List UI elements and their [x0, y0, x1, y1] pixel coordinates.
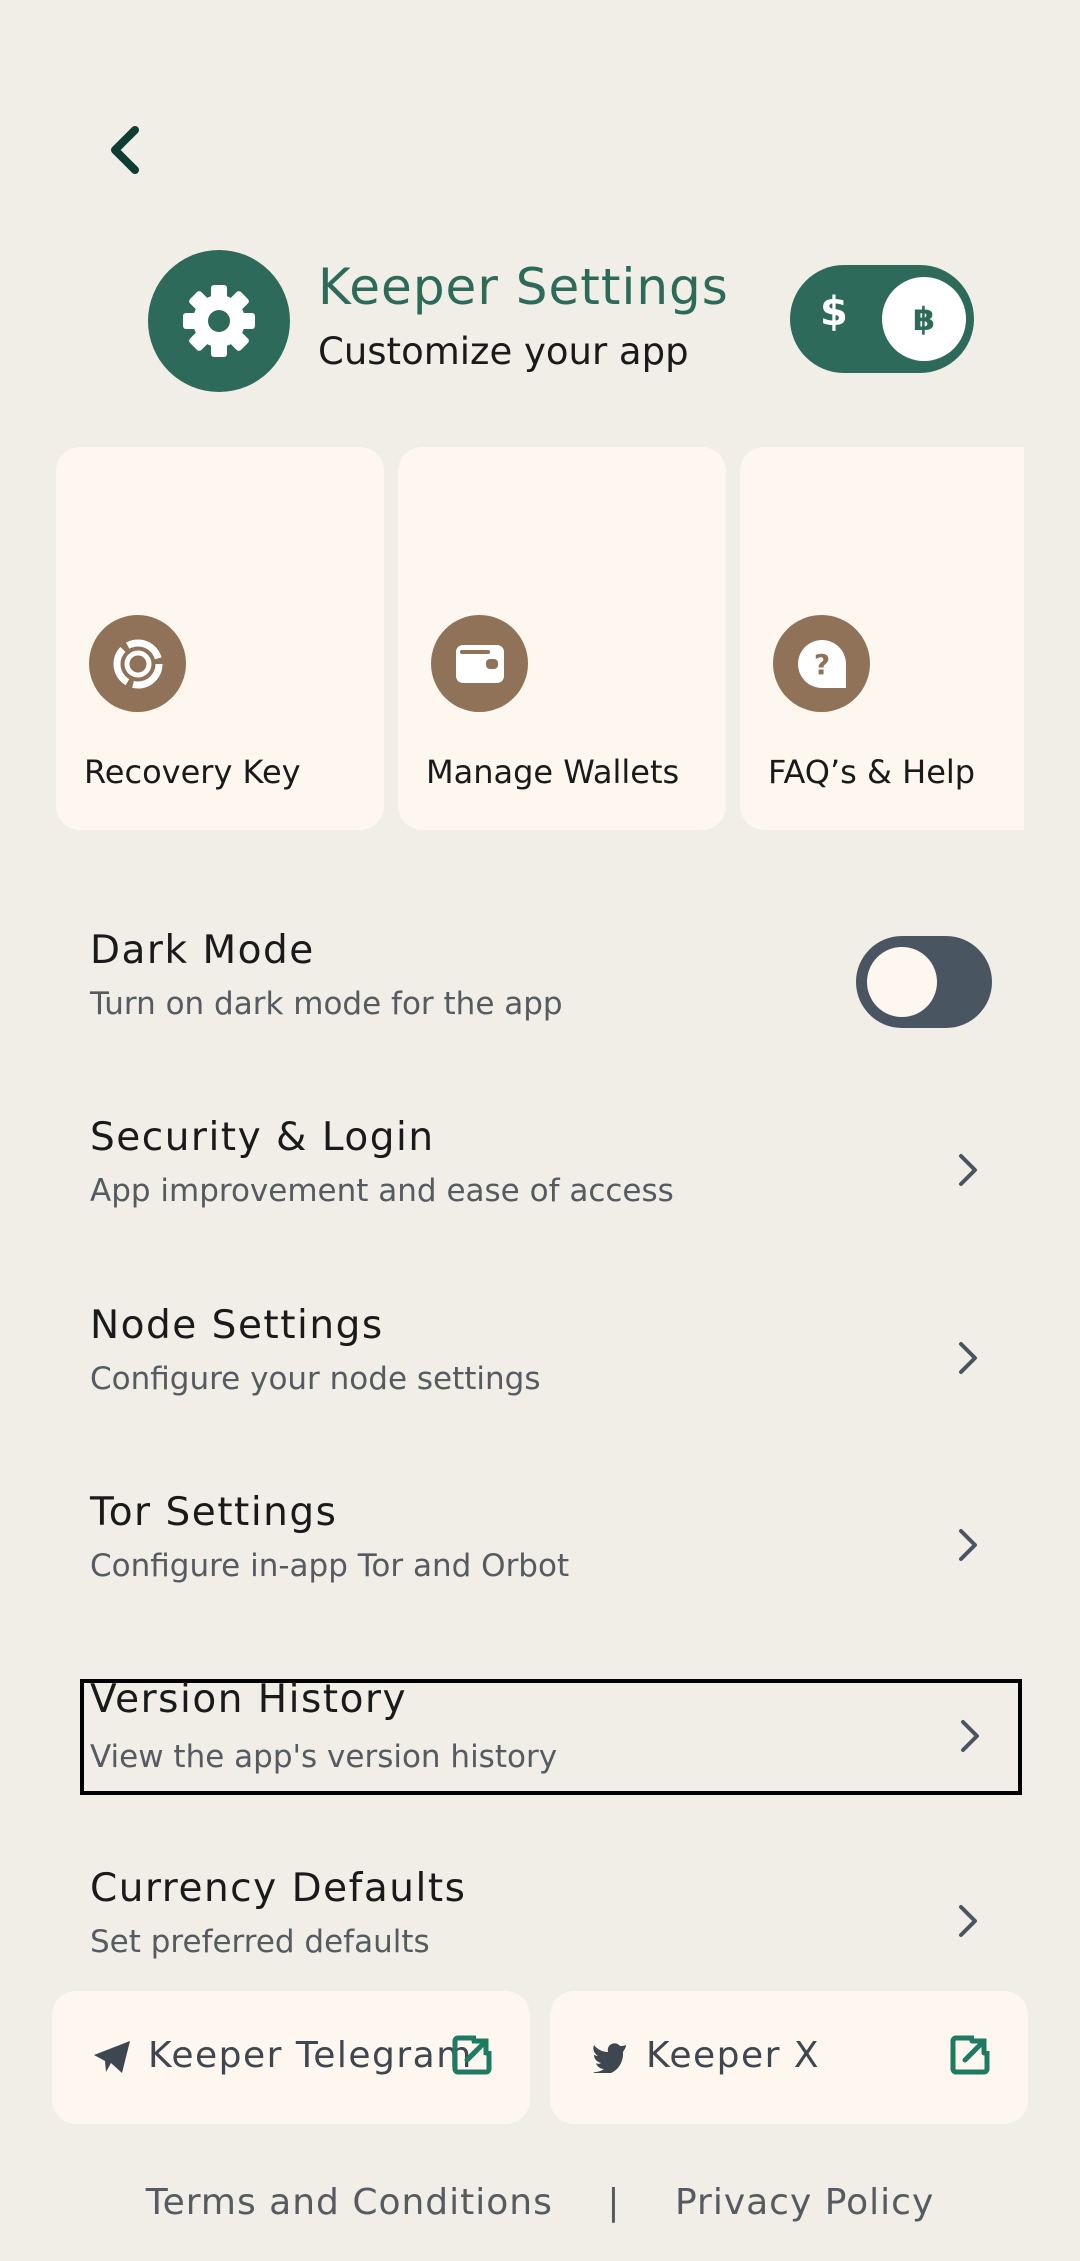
help-icon: ?: [773, 615, 870, 712]
setting-version-history[interactable]: Version History View the app's version h…: [80, 1677, 1022, 1795]
setting-tor-settings[interactable]: Tor Settings Configure in-app Tor and Or…: [82, 1490, 1018, 1608]
card-recovery-key[interactable]: Recovery Key: [56, 447, 384, 830]
wallet-icon: [431, 615, 528, 712]
external-link-icon: [452, 2035, 492, 2075]
svg-text:?: ?: [813, 648, 829, 681]
setting-security-login[interactable]: Security & Login App improvement and eas…: [82, 1115, 1018, 1233]
footer-links: Terms and Conditions | Privacy Policy: [0, 2182, 1080, 2223]
setting-title: Version History: [90, 1677, 408, 1722]
page-title: Keeper Settings: [318, 258, 729, 316]
recovery-key-icon: [89, 615, 186, 712]
privacy-link[interactable]: Privacy Policy: [675, 2182, 934, 2223]
footer-separator: |: [607, 2182, 621, 2223]
setting-title: Currency Defaults: [90, 1866, 467, 1911]
telegram-icon: [90, 2035, 134, 2079]
quick-actions-row: Recovery Key Manage Wallets ? FAQ’s & He…: [56, 447, 1024, 830]
page-subtitle: Customize your app: [318, 330, 689, 373]
keeper-telegram-button[interactable]: Keeper Telegram: [52, 1991, 530, 2124]
card-faq-help[interactable]: ? FAQ’s & Help: [740, 447, 1024, 830]
back-button[interactable]: [95, 115, 155, 185]
setting-title: Dark Mode: [90, 928, 315, 973]
setting-subtitle: Configure in-app Tor and Orbot: [90, 1548, 570, 1584]
setting-title: Tor Settings: [90, 1490, 338, 1535]
external-link-icon: [950, 2035, 990, 2075]
setting-subtitle: View the app's version history: [90, 1739, 558, 1775]
keeper-x-button[interactable]: Keeper X: [550, 1991, 1028, 2124]
setting-currency-defaults[interactable]: Currency Defaults Set preferred defaults: [82, 1866, 1018, 1984]
social-label: Keeper Telegram: [148, 2035, 473, 2076]
bitcoin-symbol: ฿: [882, 277, 966, 361]
setting-title: Security & Login: [90, 1115, 435, 1160]
card-manage-wallets[interactable]: Manage Wallets: [398, 447, 726, 830]
setting-subtitle: Set preferred defaults: [90, 1924, 430, 1960]
settings-screen: Keeper Settings Customize your app $ ฿ R…: [0, 0, 1080, 2261]
toggle-knob: [867, 947, 937, 1017]
chevron-right-icon: [948, 1896, 988, 1946]
gear-icon: [183, 285, 255, 357]
dollar-symbol: $: [820, 289, 848, 335]
chevron-right-icon: [948, 1520, 988, 1570]
setting-subtitle: App improvement and ease of access: [90, 1173, 674, 1209]
setting-subtitle: Turn on dark mode for the app: [90, 986, 563, 1022]
card-label: Recovery Key: [84, 753, 301, 791]
terms-link[interactable]: Terms and Conditions: [146, 2182, 553, 2223]
setting-title: Node Settings: [90, 1303, 384, 1348]
currency-toggle[interactable]: $ ฿: [790, 265, 974, 373]
chevron-right-icon: [948, 1145, 988, 1195]
card-label: Manage Wallets: [426, 753, 680, 791]
chevron-left-icon: [111, 126, 139, 174]
setting-node-settings[interactable]: Node Settings Configure your node settin…: [82, 1303, 1018, 1421]
card-label: FAQ’s & Help: [768, 753, 976, 791]
twitter-icon: [588, 2035, 632, 2079]
settings-header-icon: [148, 250, 290, 392]
dark-mode-toggle[interactable]: [856, 936, 992, 1028]
social-label: Keeper X: [646, 2035, 821, 2076]
chevron-right-icon: [948, 1333, 988, 1383]
setting-subtitle: Configure your node settings: [90, 1361, 541, 1397]
chevron-right-icon: [950, 1711, 990, 1761]
